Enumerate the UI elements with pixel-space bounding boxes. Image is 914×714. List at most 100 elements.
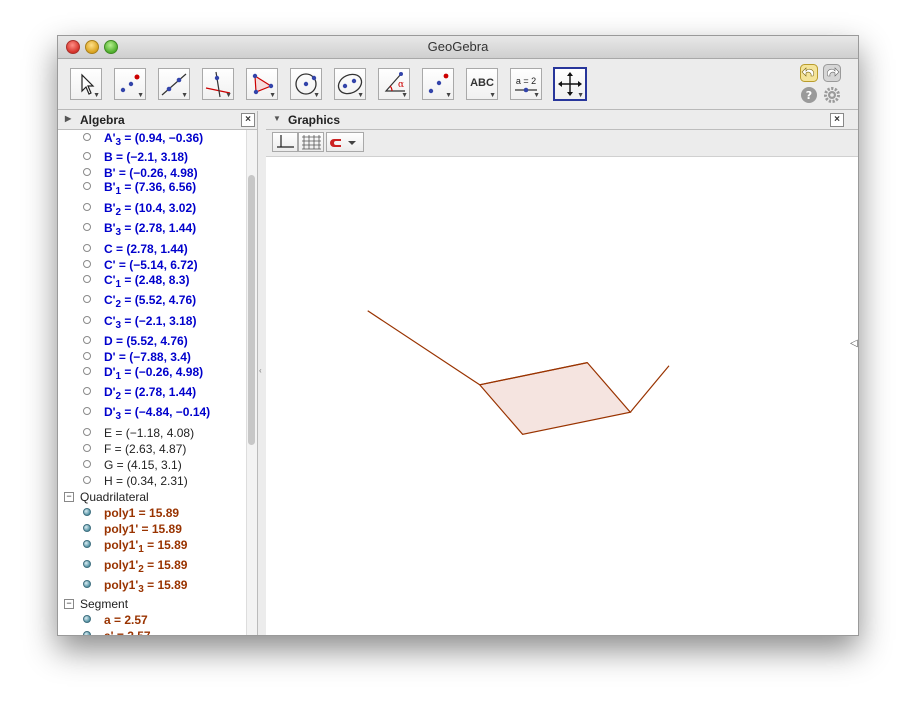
algebra-view: ▶ Algebra × A'3 = (0.94, −0.36) B = (−2.1… [58, 111, 258, 635]
graphics-header: ▼ Graphics × [266, 111, 858, 130]
object-name: C' [104, 273, 116, 287]
move-tool-button[interactable]: ▼ [70, 68, 102, 100]
object-subscript: 3 [115, 227, 122, 238]
collapse-arrow-icon[interactable]: ▶ [65, 114, 71, 123]
toolbar: ▼ ▼ ▼ ▼ ▼ ▼ ▼ α ▼ ▼ ABC ▼ a = 2 ▼ ▼ ? [58, 59, 858, 110]
object-definition: E = (−1.18, 4.08) [104, 426, 194, 440]
perpendicular-line-tool-button[interactable]: ▼ [202, 68, 234, 100]
visibility-toggle[interactable] [83, 133, 91, 141]
circle-tool-button[interactable]: ▼ [290, 68, 322, 100]
object-name: B' [104, 180, 116, 194]
object-definition: D'1 = (−0.26, 4.98) [104, 365, 203, 382]
algebra-header: ▶ Algebra × [58, 111, 257, 130]
object-name: C' [104, 258, 116, 272]
visibility-toggle[interactable] [83, 152, 91, 160]
object-name: poly1' [104, 522, 139, 536]
object-value: = 15.89 [143, 538, 188, 552]
visibility-toggle[interactable] [83, 275, 91, 283]
visibility-toggle[interactable] [83, 387, 91, 395]
algebra-scrollbar[interactable] [246, 130, 257, 635]
net-face-4[interactable] [367, 310, 481, 386]
snap-mode-button[interactable] [326, 132, 364, 152]
object-definition: A'3 = (0.94, −0.36) [104, 131, 203, 148]
visibility-toggle[interactable] [83, 560, 91, 568]
grid-toggle-button[interactable] [298, 132, 324, 152]
net-face-2[interactable] [629, 365, 670, 413]
graphics-style-bar [266, 130, 858, 157]
object-subscript: 1 [115, 371, 122, 382]
point-tool-button[interactable]: ▼ [114, 68, 146, 100]
slider-tool-button[interactable]: a = 2 ▼ [510, 68, 542, 100]
group-label: Quadrilateral [80, 490, 149, 504]
visibility-toggle[interactable] [83, 223, 91, 231]
object-subscript: 2 [115, 207, 122, 218]
object-value: = (5.52, 4.76) [112, 334, 188, 348]
visibility-toggle[interactable] [83, 615, 91, 623]
undo-icon[interactable] [800, 64, 818, 82]
visibility-toggle[interactable] [83, 444, 91, 452]
visibility-toggle[interactable] [83, 336, 91, 344]
close-algebra-button[interactable]: × [241, 113, 255, 127]
object-value: = (−2.1, 3.18) [121, 314, 197, 328]
object-definition: B'3 = (2.78, 1.44) [104, 221, 196, 238]
expand-right-panel-icon[interactable]: ◁ [850, 338, 858, 349]
polygon-tool-button[interactable]: ▼ [246, 68, 278, 100]
magnet-snap-icon [330, 139, 356, 147]
help-icon[interactable]: ? [800, 86, 818, 104]
text-tool-button[interactable]: ABC ▼ [466, 68, 498, 100]
object-name: E [104, 426, 113, 440]
visibility-toggle[interactable] [83, 168, 91, 176]
net-of-cube-drawing[interactable] [266, 157, 858, 635]
object-definition: a' = 2.57 [104, 629, 151, 635]
visibility-toggle[interactable] [83, 295, 91, 303]
visibility-toggle[interactable] [83, 540, 91, 548]
visibility-toggle[interactable] [83, 508, 91, 516]
visibility-toggle[interactable] [83, 203, 91, 211]
visibility-toggle[interactable] [83, 580, 91, 588]
visibility-toggle[interactable] [83, 476, 91, 484]
object-name: poly1' [104, 578, 139, 592]
object-value: = (−5.14, 6.72) [115, 258, 198, 272]
visibility-toggle[interactable] [83, 428, 91, 436]
visibility-toggle[interactable] [83, 460, 91, 468]
object-definition: B'2 = (10.4, 3.02) [104, 201, 196, 218]
move-graphics-view-tool-button[interactable]: ▼ [553, 67, 587, 101]
graphics-canvas[interactable] [266, 157, 858, 635]
visibility-toggle[interactable] [83, 524, 91, 532]
object-name: a [104, 613, 111, 627]
visibility-toggle[interactable] [83, 244, 91, 252]
object-definition: poly1'1 = 15.89 [104, 538, 188, 555]
object-name: D' [104, 350, 116, 364]
visibility-toggle[interactable] [83, 260, 91, 268]
net-face-0[interactable] [478, 361, 632, 435]
scroll-thumb[interactable] [248, 175, 255, 445]
divider-grip-icon[interactable]: ‹ [259, 366, 262, 375]
object-name: poly1 [104, 506, 136, 520]
collapse-arrow-icon[interactable]: ▼ [273, 114, 281, 123]
conic-tool-button[interactable]: ▼ [334, 68, 366, 100]
object-definition: G = (4.15, 3.1) [104, 458, 182, 472]
line-tool-button[interactable]: ▼ [158, 68, 190, 100]
visibility-toggle[interactable] [83, 352, 91, 360]
visibility-toggle[interactable] [83, 631, 91, 635]
angle-tool-button[interactable]: α ▼ [378, 68, 410, 100]
visibility-toggle[interactable] [83, 407, 91, 415]
object-subscript: 1 [115, 279, 122, 290]
visibility-toggle[interactable] [83, 182, 91, 190]
visibility-toggle[interactable] [83, 316, 91, 324]
object-name: B' [104, 221, 116, 235]
object-name: A' [104, 131, 116, 145]
object-definition: poly1' = 15.89 [104, 522, 182, 536]
object-subscript: 1 [138, 544, 144, 555]
title-bar: GeoGebra [58, 36, 858, 59]
gear-icon[interactable] [823, 86, 841, 104]
close-graphics-button[interactable]: × [830, 113, 844, 127]
reflect-tool-button[interactable]: ▼ [422, 68, 454, 100]
redo-icon[interactable] [823, 64, 841, 82]
collapse-group-icon[interactable]: − [64, 599, 74, 609]
object-value: = (2.78, 1.44) [121, 385, 197, 399]
axes-toggle-button[interactable] [272, 132, 298, 152]
collapse-group-icon[interactable]: − [64, 492, 74, 502]
svg-text:?: ? [806, 89, 812, 102]
visibility-toggle[interactable] [83, 367, 91, 375]
